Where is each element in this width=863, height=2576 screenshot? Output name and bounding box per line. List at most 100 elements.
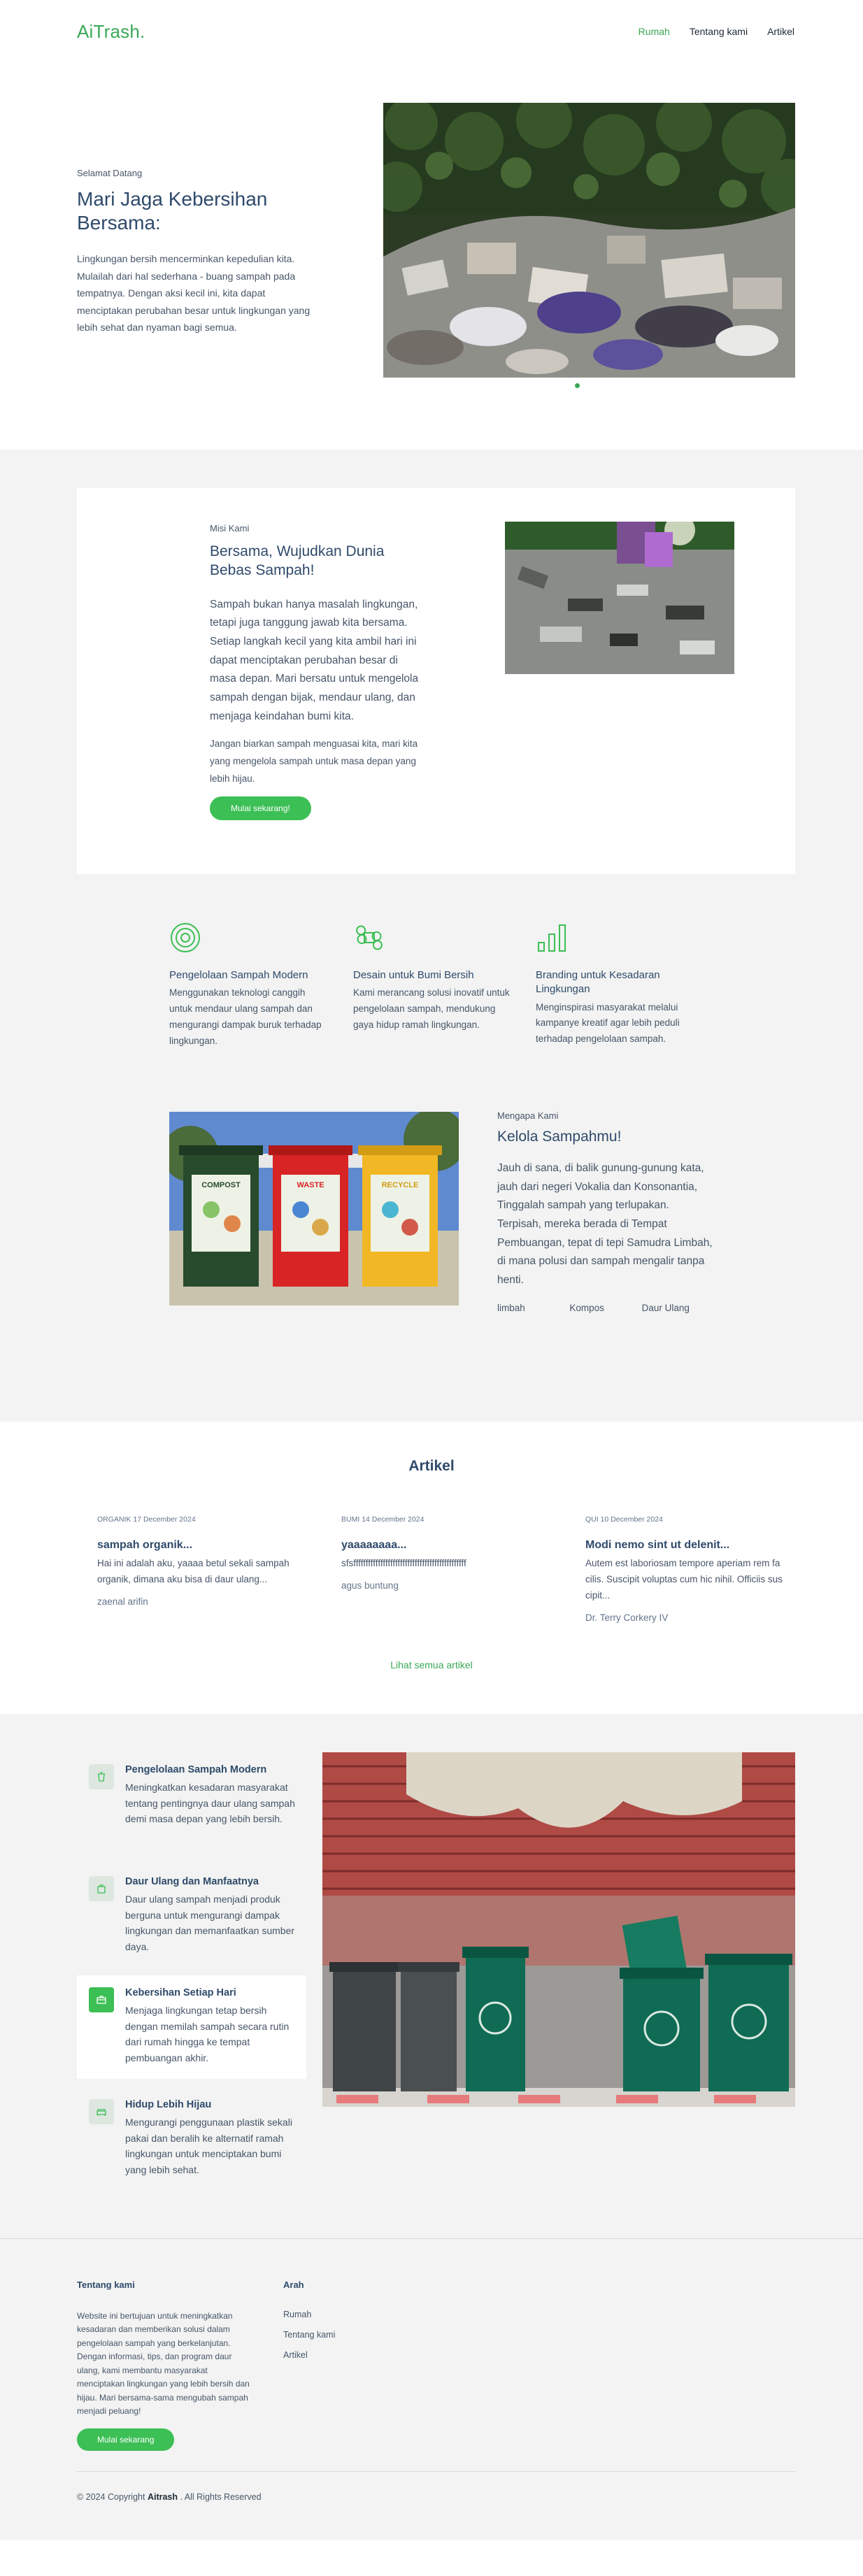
- bins-wall-photo: [322, 1752, 795, 2107]
- articles-title: Artikel: [408, 1458, 455, 1474]
- sofa-icon: [89, 2099, 114, 2124]
- nav-link-rumah[interactable]: Rumah: [639, 26, 670, 37]
- hero-title: Mari Jaga Kebersihan Bersama:: [77, 188, 268, 234]
- carousel-dots: [575, 383, 580, 388]
- articles-section: Artikel ORGANIK 17 December 2024 sampah …: [0, 1422, 863, 1714]
- copyright-prefix: © 2024 Copyright: [77, 2492, 145, 2502]
- footer-link-rumah[interactable]: Rumah: [283, 2310, 335, 2319]
- top-nav: AiTrash. Rumah Tentang kami Artikel: [0, 0, 863, 63]
- nav-link-artikel[interactable]: Artikel: [767, 26, 794, 37]
- benefit-title: Kebersihan Setiap Hari: [125, 1987, 236, 1998]
- article-card[interactable]: QUI 10 December 2024 Modi nemo sint ut d…: [585, 1515, 785, 1623]
- footer-start-button[interactable]: Mulai sekarang: [77, 2428, 175, 2451]
- bag-icon: [89, 1876, 114, 1901]
- footer-link-tentang-kami[interactable]: Tentang kami: [283, 2330, 335, 2340]
- article-date: 17 December 2024: [133, 1515, 196, 1524]
- feature-description: Menggunakan teknologi canggih untuk mend…: [169, 987, 322, 1047]
- mission-title: Bersama, Wujudkan Dunia Bebas Sampah!: [210, 543, 385, 579]
- target-icon: [171, 923, 200, 952]
- footer-links: Rumah Tentang kami Artikel: [283, 2310, 335, 2360]
- mission-paragraph-2: Jangan biarkan sampah menguasai kita, ma…: [210, 738, 418, 785]
- feature-item: Desain untuk Bumi Bersih Kami merancang …: [353, 922, 514, 1033]
- article-author: Dr. Terry Corkery IV: [585, 1612, 669, 1623]
- kelola-tags: limbah Kompos Daur Ulang: [497, 1303, 714, 1313]
- kelola-text: Mengapa Kami Kelola Sampahmu! Jauh di sa…: [497, 1110, 714, 1313]
- footer-divider: [77, 2471, 795, 2472]
- benefits-section: Pengelolaan Sampah Modern Meningkatkan k…: [0, 1714, 863, 2238]
- waste-label: WASTE: [297, 1181, 324, 1189]
- copyright-suffix: . All Rights Reserved: [180, 2492, 262, 2502]
- footer-about-description: Website ini bertujuan untuk meningkatkan…: [77, 2311, 250, 2417]
- command-icon: [356, 925, 383, 950]
- article-card[interactable]: BUMI 14 December 2024 yaaaaaaaa... sfsff…: [341, 1515, 541, 1591]
- carousel-dot[interactable]: [575, 383, 580, 388]
- tag-daur-ulang: Daur Ulang: [641, 1302, 690, 1313]
- see-all-articles-link[interactable]: Lihat semua artikel: [0, 1659, 863, 1670]
- benefit-title: Daur Ulang dan Manfaatnya: [125, 1876, 259, 1887]
- benefit-description: Meningkatkan kesadaran masyarakat tentan…: [125, 1782, 295, 1825]
- benefit-item[interactable]: Pengelolaan Sampah Modern Meningkatkan k…: [77, 1752, 306, 1840]
- benefit-description: Daur ulang sampah menjadi produk berguna…: [125, 1894, 295, 1953]
- kelola-kicker: Mengapa Kami: [497, 1110, 559, 1121]
- mission-start-button[interactable]: Mulai sekarang!: [210, 796, 311, 821]
- hero-kicker: Selamat Datang: [77, 168, 143, 178]
- nav-link-tentang-kami[interactable]: Tentang kami: [690, 26, 748, 37]
- feature-description: Kami merancang solusi inovatif untuk pen…: [353, 987, 510, 1031]
- mission-card: Misi Kami Bersama, Wujudkan Dunia Bebas …: [77, 488, 795, 874]
- footer-nav-title: Arah: [283, 2280, 304, 2290]
- waste-bins-image: COMPOST WASTE RECYCLE: [169, 1112, 459, 1305]
- compost-label: COMPOST: [201, 1181, 241, 1189]
- article-title[interactable]: yaaaaaaaa...: [341, 1539, 541, 1552]
- article-category: BUMI: [341, 1515, 360, 1524]
- mission-kicker: Misi Kami: [210, 523, 250, 534]
- article-category: ORGANIK: [97, 1515, 131, 1524]
- article-meta: QUI 10 December 2024: [585, 1515, 785, 1524]
- benefit-title: Hidup Lebih Hijau: [125, 2099, 212, 2110]
- tag-kompos: Kompos: [569, 1302, 604, 1313]
- mission-text: Misi Kami Bersama, Wujudkan Dunia Bebas …: [210, 523, 423, 821]
- feature-item: Pengelolaan Sampah Modern Menggunakan te…: [169, 922, 330, 1050]
- article-excerpt: sfsfffffffffffffffffffffffffffffffffffff…: [341, 1558, 466, 1568]
- briefcase-icon: [89, 1987, 114, 2012]
- benefit-item-active[interactable]: Kebersihan Setiap Hari Menjaga lingkunga…: [77, 1975, 306, 2079]
- hero-text: Selamat Datang Mari Jaga Kebersihan Bers…: [77, 168, 322, 336]
- article-title[interactable]: sampah organik...: [97, 1539, 297, 1552]
- nav-links: Rumah Tentang kami Artikel: [639, 26, 794, 37]
- hero-carousel-image: [383, 103, 795, 378]
- footer-about: Tentang kami Website ini bertujuan untuk…: [77, 2280, 252, 2451]
- article-excerpt: Hai ini adalah aku, yaaaa betul sekali s…: [97, 1558, 290, 1584]
- feature-item: Branding untuk Kesadaran Lingkungan Meng…: [536, 922, 697, 1047]
- hero-section: Selamat Datang Mari Jaga Kebersihan Bers…: [0, 63, 863, 450]
- benefit-title: Pengelolaan Sampah Modern: [125, 1764, 267, 1775]
- kelola-title: Kelola Sampahmu!: [497, 1129, 622, 1145]
- benefit-description: Mengurangi penggunaan plastik sekali pak…: [125, 2117, 292, 2176]
- mission-paragraph-1: Sampah bukan hanya masalah lingkungan, t…: [210, 598, 419, 722]
- feature-title: Desain untuk Bumi Bersih: [353, 969, 474, 981]
- article-category: QUI: [585, 1515, 599, 1524]
- bins-wall-image: [322, 1752, 795, 2107]
- benefit-item[interactable]: Hidup Lebih Hijau Mengurangi penggunaan …: [77, 2087, 306, 2191]
- site-logo[interactable]: AiTrash.: [77, 21, 145, 43]
- feature-title: Branding untuk Kesadaran Lingkungan: [536, 969, 660, 996]
- footer-nav: Arah Rumah Tentang kami Artikel: [283, 2280, 335, 2370]
- mission-section: Misi Kami Bersama, Wujudkan Dunia Bebas …: [0, 450, 863, 901]
- article-title[interactable]: Modi nemo sint ut delenit...: [585, 1539, 785, 1552]
- footer-about-title: Tentang kami: [77, 2280, 135, 2290]
- footer-link-artikel[interactable]: Artikel: [283, 2350, 335, 2360]
- mission-image: [505, 522, 734, 674]
- article-date: 14 December 2024: [362, 1515, 425, 1524]
- article-meta: BUMI 14 December 2024: [341, 1515, 541, 1524]
- copyright: © 2024 Copyright Aitrash . All Rights Re…: [77, 2492, 262, 2502]
- article-author: agus buntung: [341, 1580, 399, 1591]
- article-meta: ORGANIK 17 December 2024: [97, 1515, 297, 1524]
- article-author: zaenal arifin: [97, 1596, 148, 1607]
- feature-title: Pengelolaan Sampah Modern: [169, 969, 308, 981]
- feature-description: Menginspirasi masyarakat melalui kampany…: [536, 1001, 680, 1045]
- article-excerpt: Autem est laboriosam tempore aperiam rem…: [585, 1558, 783, 1601]
- article-card[interactable]: ORGANIK 17 December 2024 sampah organik.…: [97, 1515, 297, 1607]
- benefit-item[interactable]: Daur Ulang dan Manfaatnya Daur ulang sam…: [77, 1864, 306, 1968]
- trash-pile-photo: [383, 103, 795, 378]
- article-date: 10 December 2024: [600, 1515, 663, 1524]
- bar-chart-icon: [538, 924, 566, 952]
- waste-bins-photo: COMPOST WASTE RECYCLE: [169, 1112, 459, 1305]
